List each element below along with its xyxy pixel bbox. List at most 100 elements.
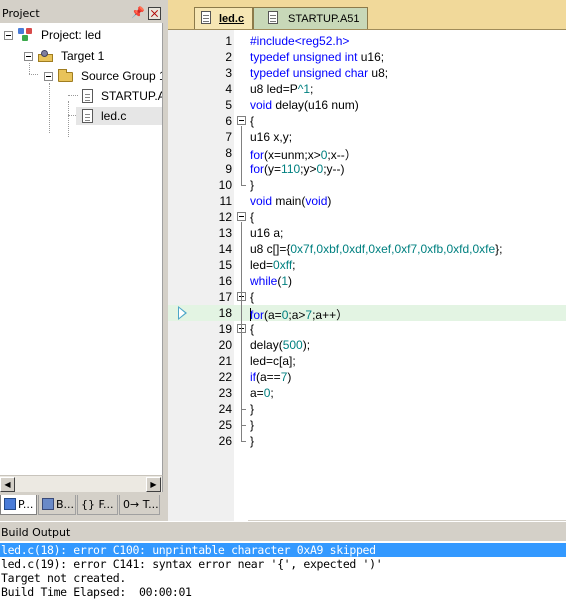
tree-item-project[interactable]: Project: led: [0, 26, 162, 44]
scroll-right-icon[interactable]: ▶: [146, 477, 161, 492]
line-number: 10: [218, 178, 232, 192]
code-line[interactable]: 5 void delay(u16 num): [168, 97, 566, 113]
code-line[interactable]: 3 typedef unsigned char u8;: [168, 65, 566, 81]
code-line[interactable]: 12 {: [168, 209, 566, 225]
code-line[interactable]: 20 delay(500);: [168, 337, 566, 353]
fold-collapse-icon[interactable]: [237, 116, 246, 125]
code-text: u8 led=P^1;: [250, 82, 313, 96]
tab-project[interactable]: P...: [0, 495, 37, 515]
close-icon[interactable]: [148, 7, 161, 20]
tab-label: P...: [18, 498, 34, 511]
tree-item-target[interactable]: Target 1: [0, 47, 162, 65]
tab-label: {} F...: [81, 498, 114, 511]
code-line[interactable]: 8 for(x=unm;x>0;x--）: [168, 145, 566, 162]
pin-icon[interactable]: 📌: [131, 6, 145, 20]
fold-end-marker: [241, 425, 246, 426]
code-text: void main(void): [250, 194, 331, 208]
code-line[interactable]: 10}: [168, 177, 566, 193]
line-number: 6: [225, 114, 232, 128]
tree-horizontal-scrollbar[interactable]: ◀ ▶: [0, 475, 163, 492]
code-token: {: [250, 290, 255, 304]
code-line[interactable]: 6{: [168, 113, 566, 129]
code-editor[interactable]: 1 #include<reg52.h> 2 typedef unsigned int …: [168, 29, 566, 521]
code-token: typedef unsigned char: [250, 66, 369, 80]
code-token: 0xff: [273, 258, 293, 272]
code-token: for: [250, 308, 265, 322]
code-line[interactable]: 23 a=0;: [168, 385, 566, 401]
line-number: 19: [218, 322, 232, 336]
line-number: 15: [218, 258, 232, 272]
line-number: 20: [218, 338, 232, 352]
project-tab-icon: [4, 498, 16, 510]
tab-templates[interactable]: 0→ T...: [119, 495, 160, 515]
code-line[interactable]: 11 void main(void): [168, 193, 566, 209]
tab-functions[interactable]: {} F...: [77, 495, 118, 515]
code-line[interactable]: 1 #include<reg52.h>: [168, 33, 566, 49]
build-output-line[interactable]: Build Time Elapsed: 00:00:01: [0, 585, 566, 599]
code-token: ;: [270, 386, 274, 400]
fold-collapse-icon[interactable]: [237, 212, 246, 221]
code-token: }: [250, 402, 255, 416]
tree-item-source-group[interactable]: Source Group 1: [0, 67, 163, 85]
line-number: 26: [218, 434, 232, 448]
line-number: 3: [225, 66, 232, 80]
code-token: (a==: [256, 370, 281, 384]
scroll-left-icon[interactable]: ◀: [0, 477, 15, 492]
code-token: a=: [250, 386, 264, 400]
code-token: (a=: [264, 308, 282, 322]
code-token: {: [250, 210, 255, 224]
code-text: }: [250, 418, 254, 432]
line-number: 2: [225, 50, 232, 64]
code-token: {: [250, 114, 255, 128]
collapse-icon[interactable]: [44, 72, 53, 81]
build-output-panel[interactable]: led.c(18): error C100: unprintable chara…: [0, 541, 566, 609]
code-line[interactable]: 14 u8 c[]={0x7f,0xbf,0xdf,0xef,0xf7,0xfb,…: [168, 241, 566, 257]
build-output-line[interactable]: Target not created.: [0, 571, 566, 585]
tree-item-startup-a51[interactable]: STARTUP.A51: [0, 87, 162, 105]
code-token: ): [288, 274, 293, 288]
code-token: };: [495, 242, 503, 256]
line-number: 1: [225, 34, 232, 48]
code-token: ;a++）: [312, 308, 349, 322]
editor-tab-led-c[interactable]: led.c: [194, 7, 253, 29]
code-text: {: [250, 290, 254, 304]
code-token: for: [250, 148, 265, 162]
code-line[interactable]: 19 {: [168, 321, 566, 337]
code-line[interactable]: 18 for(a=0;a>7;a++）: [168, 305, 566, 322]
build-output-line[interactable]: led.c(19): error C141: syntax error near…: [0, 557, 566, 571]
code-text: led=0xff;: [250, 258, 296, 272]
collapse-icon[interactable]: [24, 52, 33, 61]
tab-books[interactable]: B...: [38, 495, 76, 515]
code-line[interactable]: 17 {: [168, 289, 566, 305]
code-token: u16 x,y;: [250, 130, 293, 144]
code-line[interactable]: 16 while(1): [168, 273, 566, 289]
code-line[interactable]: 22 if(a==7): [168, 369, 566, 385]
code-token: delay(u16 num): [272, 98, 359, 112]
editor-tab-label: led.c: [219, 13, 245, 25]
code-line[interactable]: 21 led=c[a];: [168, 353, 566, 369]
code-token: 500: [282, 338, 303, 352]
editor-tabbar: led.c STARTUP.A51: [168, 5, 566, 29]
line-number: 21: [218, 354, 232, 368]
tree-item-led-c[interactable]: led.c: [76, 107, 162, 125]
code-line[interactable]: 7 u16 x,y;: [168, 129, 566, 145]
code-line[interactable]: 26}: [168, 433, 566, 449]
code-token: #include<reg52.h>: [250, 34, 350, 48]
code-token: u16;: [357, 50, 385, 64]
collapse-icon[interactable]: [4, 31, 13, 40]
code-text: typedef unsigned int u16;: [250, 50, 384, 64]
code-line[interactable]: 15 led=0xff;: [168, 257, 566, 273]
code-line[interactable]: 25}: [168, 417, 566, 433]
build-output-line[interactable]: led.c(18): error C100: unprintable chara…: [0, 543, 566, 557]
code-line[interactable]: 2 typedef unsigned int u16;: [168, 49, 566, 65]
code-text: if(a==7): [250, 370, 291, 384]
tree-item-label: Source Group 1: [81, 69, 163, 83]
code-line[interactable]: 24}: [168, 401, 566, 417]
code-line[interactable]: 4 u8 led=P^1;: [168, 81, 566, 97]
editor-tab-startup-a51[interactable]: STARTUP.A51: [253, 7, 368, 29]
code-text: }: [250, 434, 254, 448]
folder-icon: [58, 69, 74, 83]
code-line[interactable]: 13 u16 a;: [168, 225, 566, 241]
fold-guide: [241, 126, 242, 185]
code-line[interactable]: 9 for(y=110;y>0;y--): [168, 161, 566, 177]
